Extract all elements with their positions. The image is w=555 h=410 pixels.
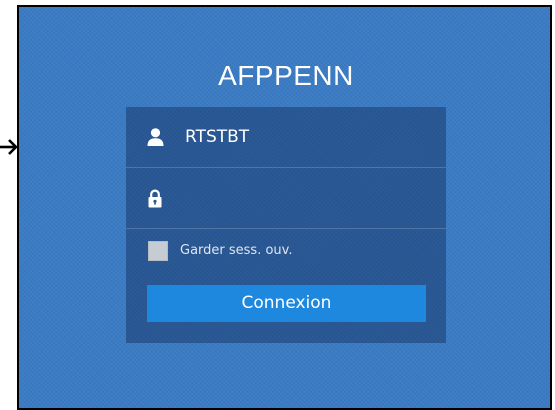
remember-label: Garder sess. ouv.	[180, 243, 293, 258]
app-title: AFPPENN	[218, 60, 354, 91]
user-icon	[147, 128, 164, 146]
login-window: AFPPENN Garder sess. ouv. Connexion	[17, 5, 552, 410]
login-button[interactable]: Connexion	[147, 285, 426, 322]
password-input[interactable]	[185, 168, 425, 228]
lock-icon	[148, 189, 162, 208]
remember-checkbox[interactable]	[148, 241, 168, 261]
username-input[interactable]	[185, 107, 425, 167]
password-row	[126, 168, 446, 229]
login-panel: Garder sess. ouv. Connexion	[126, 107, 446, 343]
username-row	[126, 107, 446, 168]
